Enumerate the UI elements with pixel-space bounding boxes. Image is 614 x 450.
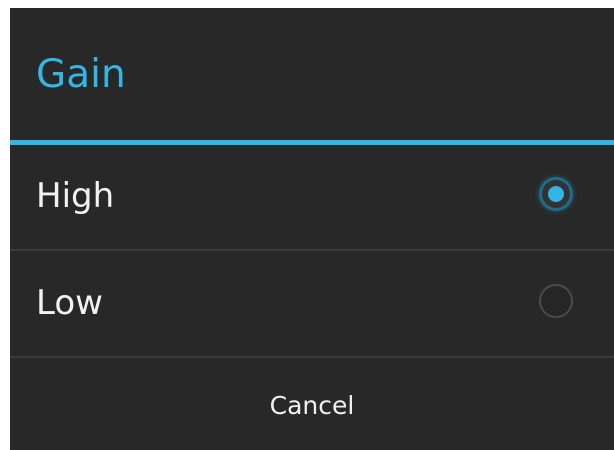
option-low[interactable]: Low: [10, 252, 614, 356]
cancel-button-label: Cancel: [269, 391, 355, 420]
gain-dialog: Gain High Low Cancel: [10, 8, 614, 450]
row-divider: [10, 249, 614, 251]
radio-dot: [548, 186, 564, 202]
option-low-label: Low: [36, 283, 103, 323]
dialog-title: Gain: [36, 52, 126, 97]
radio-checked-icon[interactable]: [539, 177, 573, 211]
option-high-label: High: [36, 176, 115, 216]
dialog-title-bar: Gain: [10, 8, 614, 140]
option-high[interactable]: High: [10, 145, 614, 249]
cancel-button[interactable]: Cancel: [10, 358, 614, 450]
radio-unchecked-icon[interactable]: [539, 284, 573, 318]
